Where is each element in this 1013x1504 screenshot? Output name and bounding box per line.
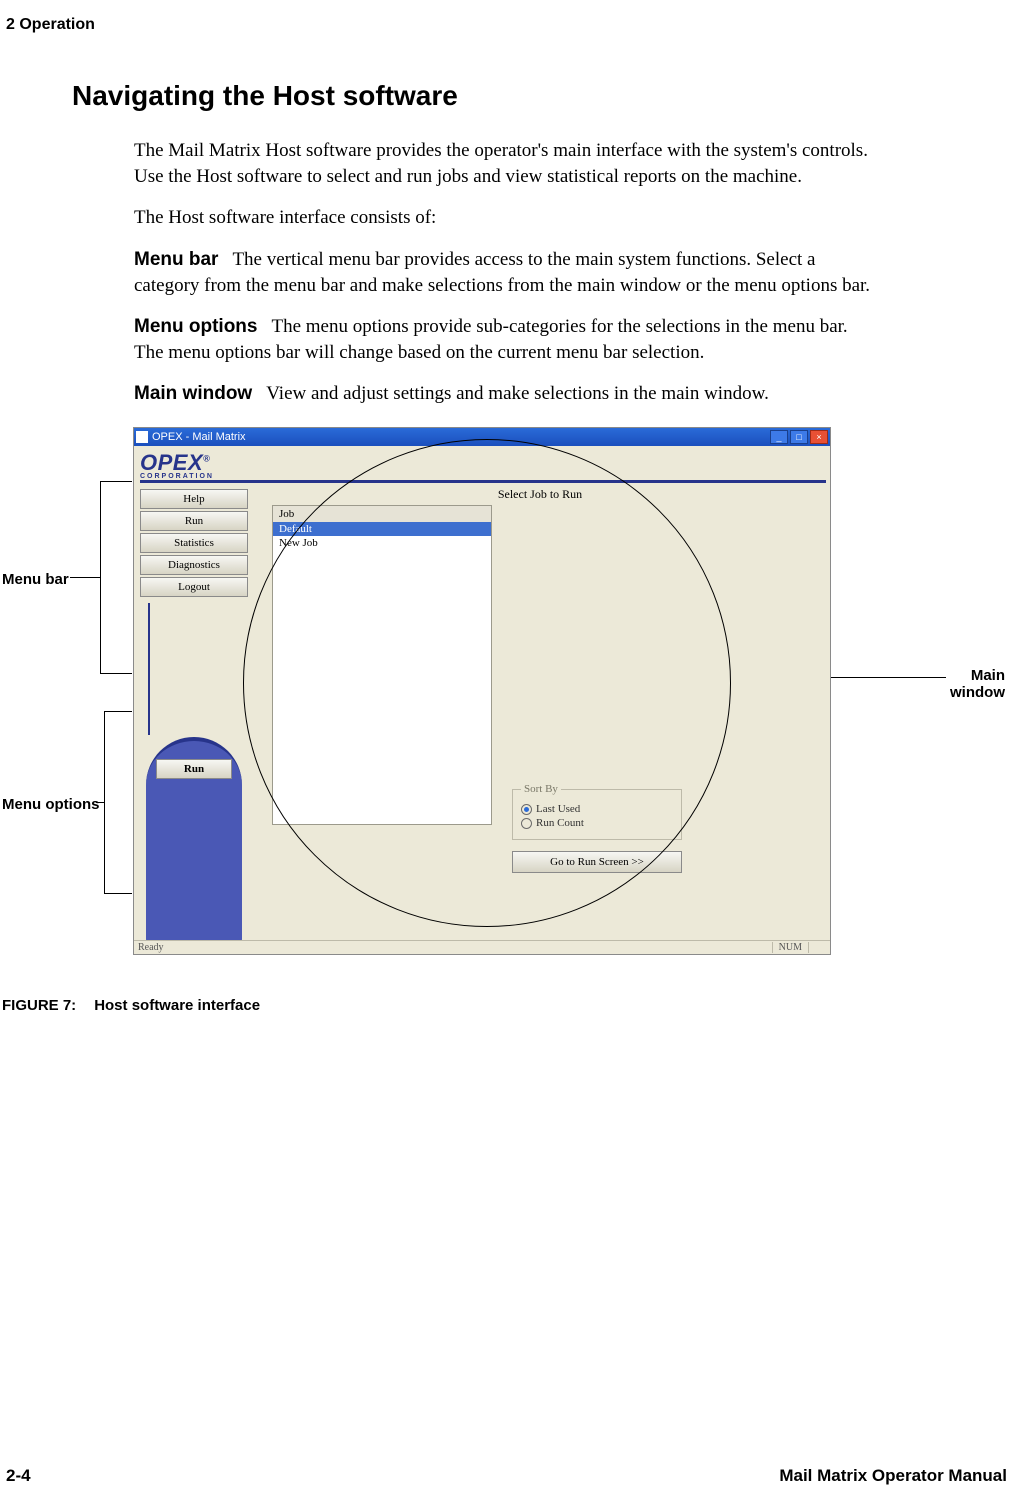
figure-wrap: Menu bar Menu options Main window OPEX -… (0, 423, 1013, 983)
go-to-run-button[interactable]: Go to Run Screen >> (512, 851, 682, 873)
consists-paragraph: The Host software interface consists of: (134, 205, 874, 231)
menu-statistics[interactable]: Statistics (140, 533, 248, 553)
def-main-window: Main window View and adjust settings and … (134, 381, 874, 407)
opex-brand: OPEX (140, 450, 203, 475)
app-icon (136, 431, 148, 443)
opex-logo: OPEX® (140, 450, 210, 475)
callout-main-window: Main window (950, 667, 1005, 701)
status-ready: Ready (138, 942, 164, 953)
menu-run[interactable]: Run (140, 511, 248, 531)
window-close-button[interactable]: × (810, 430, 828, 444)
callout-menu-bar: Menu bar (2, 571, 69, 588)
window-titlebar[interactable]: OPEX - Mail Matrix _ □ × (134, 428, 830, 446)
bracket-line (104, 711, 105, 893)
logo-row: OPEX® CORPORATION (134, 446, 830, 484)
sort-last-used[interactable]: Last Used (521, 803, 673, 815)
menu-diagnostics[interactable]: Diagnostics (140, 555, 248, 575)
opex-corp: CORPORATION (140, 473, 214, 480)
sort-last-used-label: Last Used (536, 803, 580, 815)
job-row-new[interactable]: New Job (273, 536, 491, 550)
def-main-window-term: Main window (134, 383, 252, 404)
def-menu-bar-text: The vertical menu bar provides access to… (134, 249, 870, 296)
manual-title: Mail Matrix Operator Manual (779, 1466, 1007, 1486)
menu-help[interactable]: Help (140, 489, 248, 509)
def-menu-options: Menu optionsThe menu options provide sub… (134, 314, 874, 365)
menu-options-pod: Run (146, 737, 242, 947)
figure-caption-text: Host software interface (94, 997, 260, 1014)
def-main-window-text: View and adjust settings and make select… (266, 383, 769, 404)
window-title: OPEX - Mail Matrix (152, 431, 246, 443)
menu-logout[interactable]: Logout (140, 577, 248, 597)
callout-menu-options: Menu options (2, 796, 100, 813)
callout-main-window-l1: Main (971, 667, 1005, 684)
bracket-line (96, 802, 104, 803)
bracket-line (70, 577, 100, 578)
bracket-line (100, 673, 132, 674)
job-row-default[interactable]: Default (273, 522, 491, 536)
job-list-panel: Job Default New Job (272, 505, 492, 825)
job-list-header: Job (273, 506, 491, 522)
window-maximize-button[interactable]: □ (790, 430, 808, 444)
page-title: Navigating the Host software (0, 80, 1013, 112)
option-run-button[interactable]: Run (156, 759, 232, 779)
bracket-line (100, 481, 132, 482)
bracket-line (104, 711, 132, 712)
connector-pipe (148, 603, 150, 735)
figure-caption: FIGURE 7: Host software interface (2, 997, 1013, 1014)
page-footer: 2-4 Mail Matrix Operator Manual (0, 1466, 1013, 1486)
def-menu-bar: Menu barThe vertical menu bar provides a… (134, 247, 874, 298)
callout-main-window-l2: window (950, 684, 1005, 701)
sort-by-panel: Sort By Last Used Run Count (512, 783, 682, 840)
status-num: NUM (772, 942, 808, 953)
bracket-line (100, 481, 101, 673)
sort-run-count[interactable]: Run Count (521, 817, 673, 829)
opex-reg: ® (203, 454, 210, 464)
window-minimize-button[interactable]: _ (770, 430, 788, 444)
page-number: 2-4 (6, 1466, 31, 1486)
sidebar: Help Run Statistics Diagnostics Logout R… (140, 483, 248, 940)
sort-by-legend: Sort By (521, 783, 561, 795)
status-empty (808, 942, 826, 953)
sort-run-count-label: Run Count (536, 817, 584, 829)
menu-bar: Help Run Statistics Diagnostics Logout (140, 483, 248, 597)
status-bar: Ready NUM (134, 940, 830, 954)
def-menu-options-term: Menu options (134, 316, 257, 337)
figure-label: FIGURE 7: (2, 997, 76, 1014)
section-header: 2 Operation (0, 16, 1013, 34)
screenshot-window: OPEX - Mail Matrix _ □ × OPEX® CORPORATI… (133, 427, 831, 955)
intro-paragraph: The Mail Matrix Host software provides t… (134, 138, 874, 189)
radio-icon (521, 818, 532, 829)
bracket-line (104, 893, 132, 894)
def-menu-bar-term: Menu bar (134, 249, 218, 270)
main-window-pane: Select Job to Run Job Default New Job So… (254, 483, 826, 940)
radio-icon (521, 804, 532, 815)
